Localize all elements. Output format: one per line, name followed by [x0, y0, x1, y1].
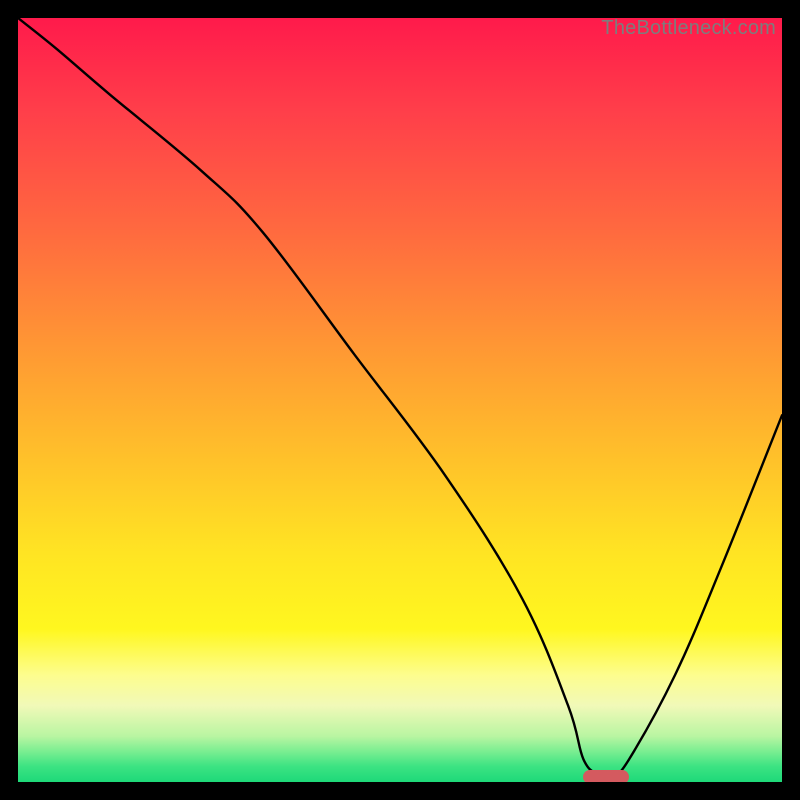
bottleneck-curve: [18, 18, 782, 782]
plot-area: TheBottleneck.com: [18, 18, 782, 782]
chart-frame: TheBottleneck.com: [0, 0, 800, 800]
watermark-text: TheBottleneck.com: [601, 18, 776, 40]
optimal-marker: [583, 770, 629, 782]
